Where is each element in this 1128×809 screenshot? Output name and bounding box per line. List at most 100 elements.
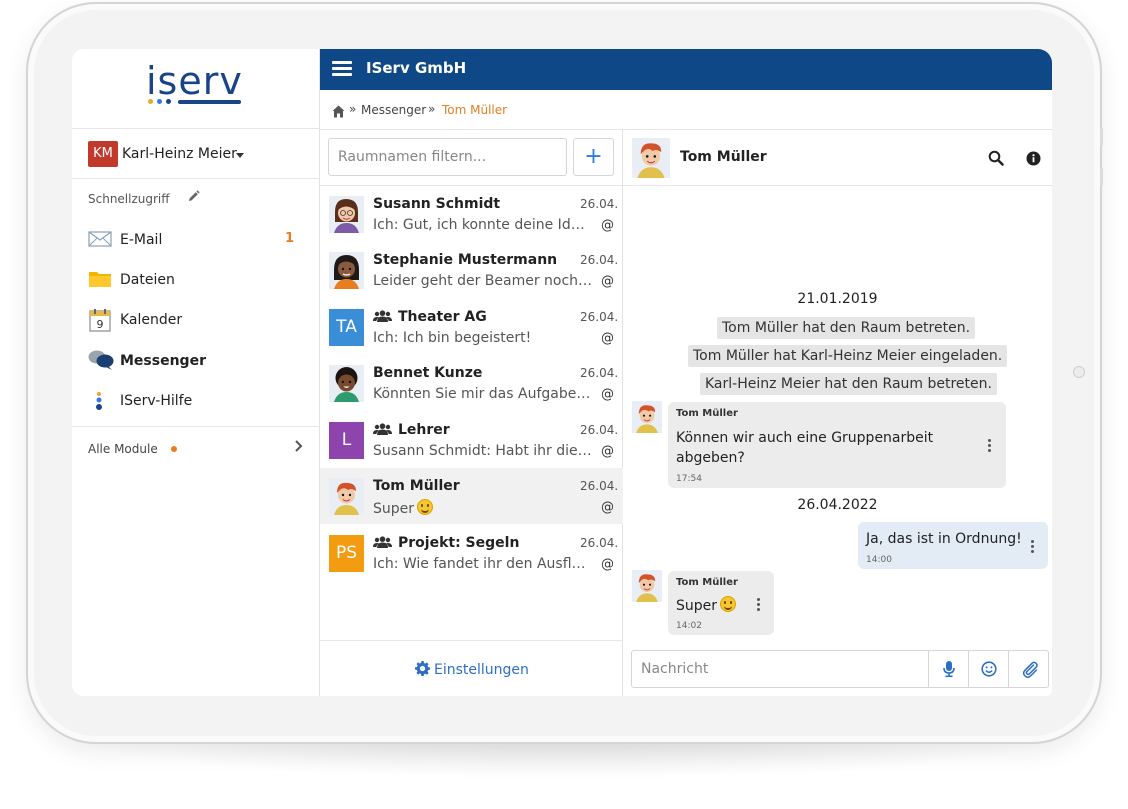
sidebar-item-email[interactable]: E-Mail 1 bbox=[72, 222, 320, 258]
logo-dots bbox=[148, 99, 178, 105]
svg-text:9: 9 bbox=[97, 318, 104, 331]
room-preview: Ich: Ich bin begeistert! bbox=[373, 330, 532, 346]
message-bubble[interactable]: Tom Müller Super 14:02 bbox=[668, 571, 774, 635]
room-name: Theater AG bbox=[373, 309, 487, 325]
room-preview: Leider geht der Beamer noch ni… bbox=[373, 273, 593, 289]
emoji-button[interactable] bbox=[968, 651, 1008, 687]
room-filter-input[interactable] bbox=[328, 138, 567, 176]
room-item-theater-ag[interactable]: TA Theater AG 26.04. Ich: Ich bin begeis… bbox=[320, 299, 623, 355]
mail-icon bbox=[88, 228, 112, 250]
microphone-icon bbox=[943, 661, 955, 678]
message-time: 14:00 bbox=[866, 555, 892, 565]
breadcrumb-current: Tom Müller bbox=[442, 103, 508, 117]
logo-text: iserv bbox=[146, 59, 243, 103]
mention-icon: @ bbox=[601, 557, 614, 572]
message-composer bbox=[631, 650, 1049, 688]
mention-icon: @ bbox=[601, 387, 614, 402]
system-message: Tom Müller hat den Raum betreten. bbox=[717, 317, 976, 339]
pencil-icon[interactable] bbox=[187, 190, 200, 207]
room-date: 26.04. bbox=[580, 366, 619, 380]
user-menu[interactable]: KM Karl-Heinz Meier bbox=[72, 129, 320, 179]
top-bar: IServ GmbH bbox=[320, 49, 1052, 90]
room-name: Tom Müller bbox=[373, 478, 460, 494]
room-preview: Ich: Wie fandet ihr den Ausflug? bbox=[373, 556, 593, 572]
sidebar-item-messenger[interactable]: Messenger bbox=[72, 343, 320, 379]
avatar bbox=[329, 478, 364, 515]
settings-link[interactable]: Einstellungen bbox=[415, 661, 529, 678]
logo[interactable]: iserv bbox=[72, 49, 320, 129]
group-icon bbox=[373, 310, 392, 322]
sidebar-item-label: Kalender bbox=[120, 312, 183, 328]
kebab-menu-icon[interactable] bbox=[988, 439, 992, 453]
sidebar-item-calendar[interactable]: 9 Kalender bbox=[72, 302, 320, 338]
kebab-menu-icon[interactable] bbox=[1031, 540, 1035, 554]
microphone-button[interactable] bbox=[928, 651, 968, 687]
all-modules-label: Alle Module bbox=[88, 442, 158, 456]
room-filter-bar: + bbox=[320, 130, 623, 186]
room-item-bennet-kunze[interactable]: Bennet Kunze 26.04. Könnten Sie mir das … bbox=[320, 355, 623, 411]
message-bubble-own[interactable]: Ja, das ist in Ordnung! 14:00 bbox=[858, 522, 1048, 569]
avatar bbox=[329, 252, 364, 289]
chat-avatar bbox=[631, 138, 671, 178]
app-screen: iserv KM Karl-Heinz Meier Schnellzugriff… bbox=[72, 49, 1052, 696]
kebab-menu-icon[interactable] bbox=[757, 598, 761, 612]
chat-panel: Tom Müller 21.01.2019 Tom Müller hat den… bbox=[623, 130, 1052, 696]
room-preview: Susann Schmidt: Habt ihr die Pr… bbox=[373, 443, 593, 459]
calendar-icon: 9 bbox=[88, 308, 112, 332]
attach-button[interactable] bbox=[1008, 651, 1048, 687]
tablet-side-button bbox=[1100, 128, 1103, 146]
room-preview: Ich: Gut, ich konnte deine Ideen … bbox=[373, 217, 593, 233]
chat-header: Tom Müller bbox=[623, 130, 1052, 186]
message-text: Ja, das ist in Ordnung! bbox=[866, 531, 1022, 547]
room-item-tom-mueller[interactable]: Tom Müller 26.04. Super @ bbox=[320, 468, 623, 524]
logo-underline bbox=[178, 100, 241, 104]
help-icon bbox=[88, 389, 112, 411]
sidebar-item-label: Dateien bbox=[120, 272, 175, 288]
room-item-susann-schmidt[interactable]: Susann Schmidt 26.04. Ich: Gut, ich konn… bbox=[320, 186, 623, 242]
smiley-emoji-icon bbox=[720, 596, 737, 612]
breadcrumb-messenger[interactable]: Messenger bbox=[361, 103, 426, 117]
tablet-home-button bbox=[1073, 366, 1085, 378]
notification-dot bbox=[171, 446, 177, 452]
message-bubble[interactable]: Tom Müller Können wir auch eine Gruppena… bbox=[668, 402, 1006, 488]
room-item-lehrer[interactable]: L Lehrer 26.04. Susann Schmidt: Habt ihr… bbox=[320, 412, 623, 468]
message-avatar bbox=[631, 401, 663, 433]
all-modules-link[interactable]: Alle Module bbox=[72, 426, 320, 466]
paperclip-icon bbox=[1022, 661, 1038, 678]
room-date: 26.04. bbox=[580, 310, 619, 324]
room-item-projekt-segeln[interactable]: PS Projekt: Segeln 26.04. Ich: Wie fande… bbox=[320, 525, 623, 581]
breadcrumb-separator: » bbox=[428, 102, 436, 116]
mention-icon: @ bbox=[601, 274, 614, 289]
message-text: Können wir auch eine Gruppenarbeit abgebe… bbox=[676, 430, 934, 466]
info-icon[interactable] bbox=[1026, 151, 1041, 166]
chevron-right-icon bbox=[294, 439, 304, 457]
sidebar-item-files[interactable]: Dateien bbox=[72, 262, 320, 298]
message-author: Tom Müller bbox=[676, 577, 738, 588]
home-icon[interactable] bbox=[332, 103, 345, 118]
date-separator: 26.04.2022 bbox=[797, 497, 878, 513]
group-icon bbox=[373, 536, 392, 548]
date-separator: 21.01.2019 bbox=[797, 291, 878, 307]
message-text: Super bbox=[676, 596, 737, 616]
avatar: TA bbox=[329, 309, 364, 346]
group-icon bbox=[373, 423, 392, 435]
avatar: L bbox=[329, 422, 364, 459]
room-date: 26.04. bbox=[580, 197, 619, 211]
mention-icon: @ bbox=[601, 331, 614, 346]
message-input[interactable] bbox=[632, 651, 928, 687]
plus-icon: + bbox=[584, 144, 603, 169]
room-item-stephanie-mustermann[interactable]: Stephanie Mustermann 26.04. Leider geht … bbox=[320, 242, 623, 298]
room-date: 26.04. bbox=[580, 479, 619, 493]
room-name: Bennet Kunze bbox=[373, 365, 483, 381]
menu-icon[interactable] bbox=[332, 61, 352, 77]
room-date: 26.04. bbox=[580, 253, 619, 267]
search-icon[interactable] bbox=[988, 150, 1004, 166]
smiley-emoji-icon bbox=[417, 499, 434, 515]
folder-icon bbox=[88, 268, 112, 290]
message-time: 14:02 bbox=[676, 621, 702, 631]
sidebar-item-help[interactable]: IServ-Hilfe bbox=[72, 383, 320, 419]
room-preview: Super bbox=[373, 499, 593, 517]
user-name: Karl-Heinz Meier bbox=[122, 146, 237, 162]
add-room-button[interactable]: + bbox=[573, 138, 614, 176]
smiley-icon bbox=[981, 661, 997, 677]
